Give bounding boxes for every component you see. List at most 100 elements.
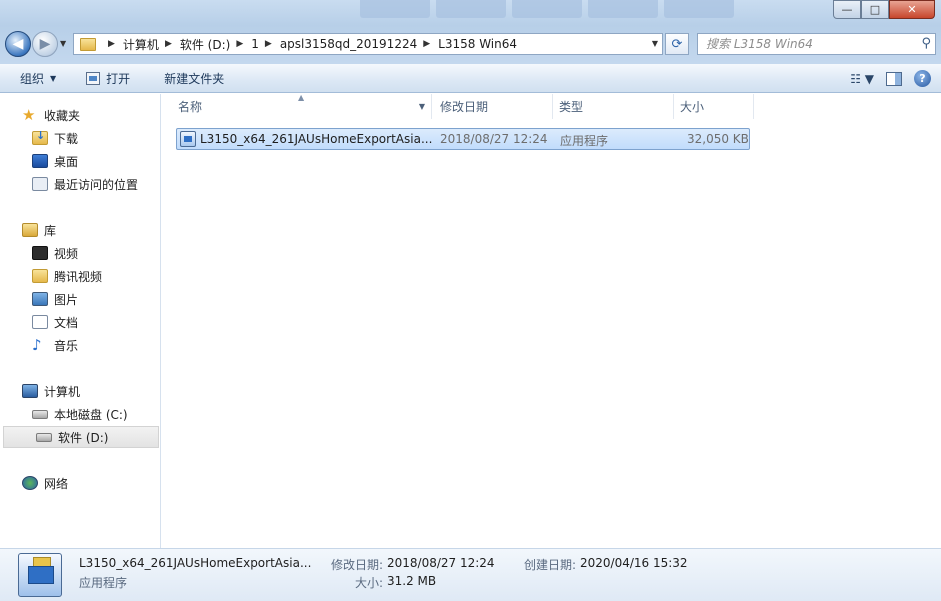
downloads-folder-icon <box>32 129 48 145</box>
recent-pages-dropdown-icon[interactable]: ▼ <box>60 39 66 48</box>
sidebar-item-label: 网络 <box>44 476 69 491</box>
sidebar-item-libraries[interactable]: 库 <box>0 219 159 241</box>
file-modified: 2018/08/27 12:24 <box>440 132 548 146</box>
refresh-button[interactable]: ⟳ <box>665 33 689 55</box>
table-row[interactable]: L3150_x64_261JAUsHomeExportAsia... 2018/… <box>176 128 750 150</box>
details-created-value: 2020/04/16 15:32 <box>580 556 688 570</box>
computer-icon <box>22 384 38 398</box>
details-file-type: 应用程序 <box>79 576 128 590</box>
background-tabs <box>360 0 734 18</box>
column-header-type[interactable]: 类型 <box>553 94 674 119</box>
command-bar: 组织 ▼ 打开 新建文件夹 ☷ ▼ ? <box>0 64 941 93</box>
column-header-name[interactable]: ▲ 名称 ▼ <box>162 93 432 119</box>
breadcrumb: ▶ 计算机 ▶ 软件 (D:) ▶ 1 ▶ apsl3158qd_2019122… <box>102 34 517 54</box>
folder-icon <box>32 269 48 283</box>
view-controls: ☷ ▼ ? <box>850 64 931 93</box>
picture-icon <box>32 292 48 306</box>
application-icon <box>18 553 62 597</box>
search-box[interactable]: ⚲ <box>697 33 936 55</box>
details-size-value: 31.2 MB <box>387 574 437 588</box>
details-modified-label: 修改日期: <box>331 558 384 572</box>
file-type: 应用程序 <box>560 134 609 148</box>
network-icon <box>22 476 38 490</box>
column-header-label: 大小 <box>680 100 705 114</box>
details-file-name: L3150_x64_261JAUsHomeExportAsia... <box>79 556 312 570</box>
breadcrumb-separator-icon[interactable]: ▶ <box>236 39 243 49</box>
sidebar-item-music[interactable]: ♪ 音乐 <box>0 334 159 356</box>
back-button[interactable]: ◀ <box>5 31 31 57</box>
open-icon <box>86 71 101 85</box>
breadcrumb-separator-icon[interactable]: ▶ <box>423 39 430 49</box>
open-label: 打开 <box>106 71 131 86</box>
sidebar-item-label: 收藏夹 <box>44 108 81 123</box>
library-icon <box>22 223 38 237</box>
sidebar-item-label: 最近访问的位置 <box>54 177 139 192</box>
breadcrumb-current-folder[interactable]: L3158 Win64 <box>438 37 517 51</box>
sidebar-item-label: 文档 <box>54 315 79 330</box>
breadcrumb-separator-icon[interactable]: ▶ <box>265 39 272 49</box>
preview-pane-icon[interactable] <box>886 71 902 86</box>
hard-drive-icon <box>32 409 48 419</box>
desktop-icon <box>32 154 48 168</box>
sidebar-item-pictures[interactable]: 图片 <box>0 288 159 310</box>
search-input[interactable] <box>706 37 906 51</box>
sidebar-item-label: 音乐 <box>54 338 79 353</box>
file-size: 32,050 KB <box>687 132 749 146</box>
sidebar-item-favorites[interactable]: ★ 收藏夹 <box>0 104 159 126</box>
close-button[interactable]: ✕ <box>889 0 935 19</box>
details-pane: L3150_x64_261JAUsHomeExportAsia... 应用程序 … <box>0 548 941 601</box>
maximize-button[interactable]: □ <box>861 0 889 19</box>
sidebar-item-local-disk-c[interactable]: 本地磁盘 (C:) <box>0 403 159 425</box>
sidebar-item-tencent-video[interactable]: 腾讯视频 <box>0 265 159 287</box>
sidebar-item-documents[interactable]: 文档 <box>0 311 159 333</box>
sidebar-item-drive-d[interactable]: 软件 (D:) <box>3 426 159 448</box>
breadcrumb-apsl-folder[interactable]: apsl3158qd_20191224 <box>280 37 417 51</box>
view-options-icon[interactable]: ☷ ▼ <box>850 72 874 86</box>
sidebar-item-label: 软件 (D:) <box>58 430 109 445</box>
window-controls: — □ ✕ <box>833 0 935 19</box>
refresh-icon: ⟳ <box>671 36 683 52</box>
music-note-icon: ♪ <box>32 336 42 354</box>
file-name: L3150_x64_261JAUsHomeExportAsia... <box>200 132 433 146</box>
minimize-button[interactable]: — <box>833 0 861 19</box>
back-arrow-icon: ◀ <box>12 36 24 52</box>
address-dropdown-icon[interactable]: ▼ <box>652 39 658 48</box>
file-list: ▲ 名称 ▼ 修改日期 类型 大小 L3150_x64_261JAUsHomeE… <box>162 93 941 548</box>
column-filter-dropdown-icon[interactable]: ▼ <box>419 102 425 111</box>
new-folder-button[interactable]: 新建文件夹 <box>155 64 233 93</box>
breadcrumb-folder-1[interactable]: 1 <box>251 37 259 51</box>
column-header-size[interactable]: 大小 <box>674 94 754 119</box>
breadcrumb-separator-icon[interactable]: ▶ <box>165 39 172 49</box>
navigation-pane: ★ 收藏夹 下载 桌面 最近访问的位置 库 视频 腾讯视频 图片 文档 ♪ 音乐… <box>0 94 161 548</box>
organize-button[interactable]: 组织 ▼ <box>11 64 65 93</box>
address-bar[interactable]: ▶ 计算机 ▶ 软件 (D:) ▶ 1 ▶ apsl3158qd_2019122… <box>73 33 663 55</box>
breadcrumb-separator-icon[interactable]: ▶ <box>108 39 115 49</box>
sort-ascending-icon: ▲ <box>298 93 305 102</box>
sidebar-item-label: 视频 <box>54 246 79 261</box>
sidebar-item-desktop[interactable]: 桌面 <box>0 150 159 172</box>
sidebar-item-computer[interactable]: 计算机 <box>0 380 159 402</box>
forward-button[interactable]: ▶ <box>32 31 58 57</box>
column-header-modified[interactable]: 修改日期 <box>432 94 553 119</box>
breadcrumb-drive-d[interactable]: 软件 (D:) <box>180 36 230 53</box>
title-bar: — □ ✕ ◀ ▶ ▼ ▶ 计算机 ▶ 软件 (D:) ▶ 1 ▶ apsl31… <box>0 0 941 64</box>
sidebar-item-label: 图片 <box>54 292 79 307</box>
recent-places-icon <box>32 177 48 191</box>
document-icon <box>32 315 48 329</box>
hard-drive-icon <box>36 432 52 442</box>
open-button[interactable]: 打开 <box>77 64 139 93</box>
search-icon[interactable]: ⚲ <box>921 36 931 51</box>
details-created-label: 创建日期: <box>524 558 577 572</box>
video-icon <box>32 246 48 260</box>
help-icon[interactable]: ? <box>914 70 931 87</box>
breadcrumb-computer[interactable]: 计算机 <box>123 36 159 53</box>
sidebar-item-downloads[interactable]: 下载 <box>0 127 159 149</box>
new-folder-label: 新建文件夹 <box>164 71 225 86</box>
sidebar-item-label: 桌面 <box>54 154 79 169</box>
sidebar-item-label: 本地磁盘 (C:) <box>54 407 128 422</box>
column-header-label: 修改日期 <box>440 100 489 114</box>
sidebar-item-recent[interactable]: 最近访问的位置 <box>0 173 159 195</box>
folder-icon <box>80 37 96 51</box>
sidebar-item-network[interactable]: 网络 <box>0 472 159 494</box>
sidebar-item-videos[interactable]: 视频 <box>0 242 159 264</box>
